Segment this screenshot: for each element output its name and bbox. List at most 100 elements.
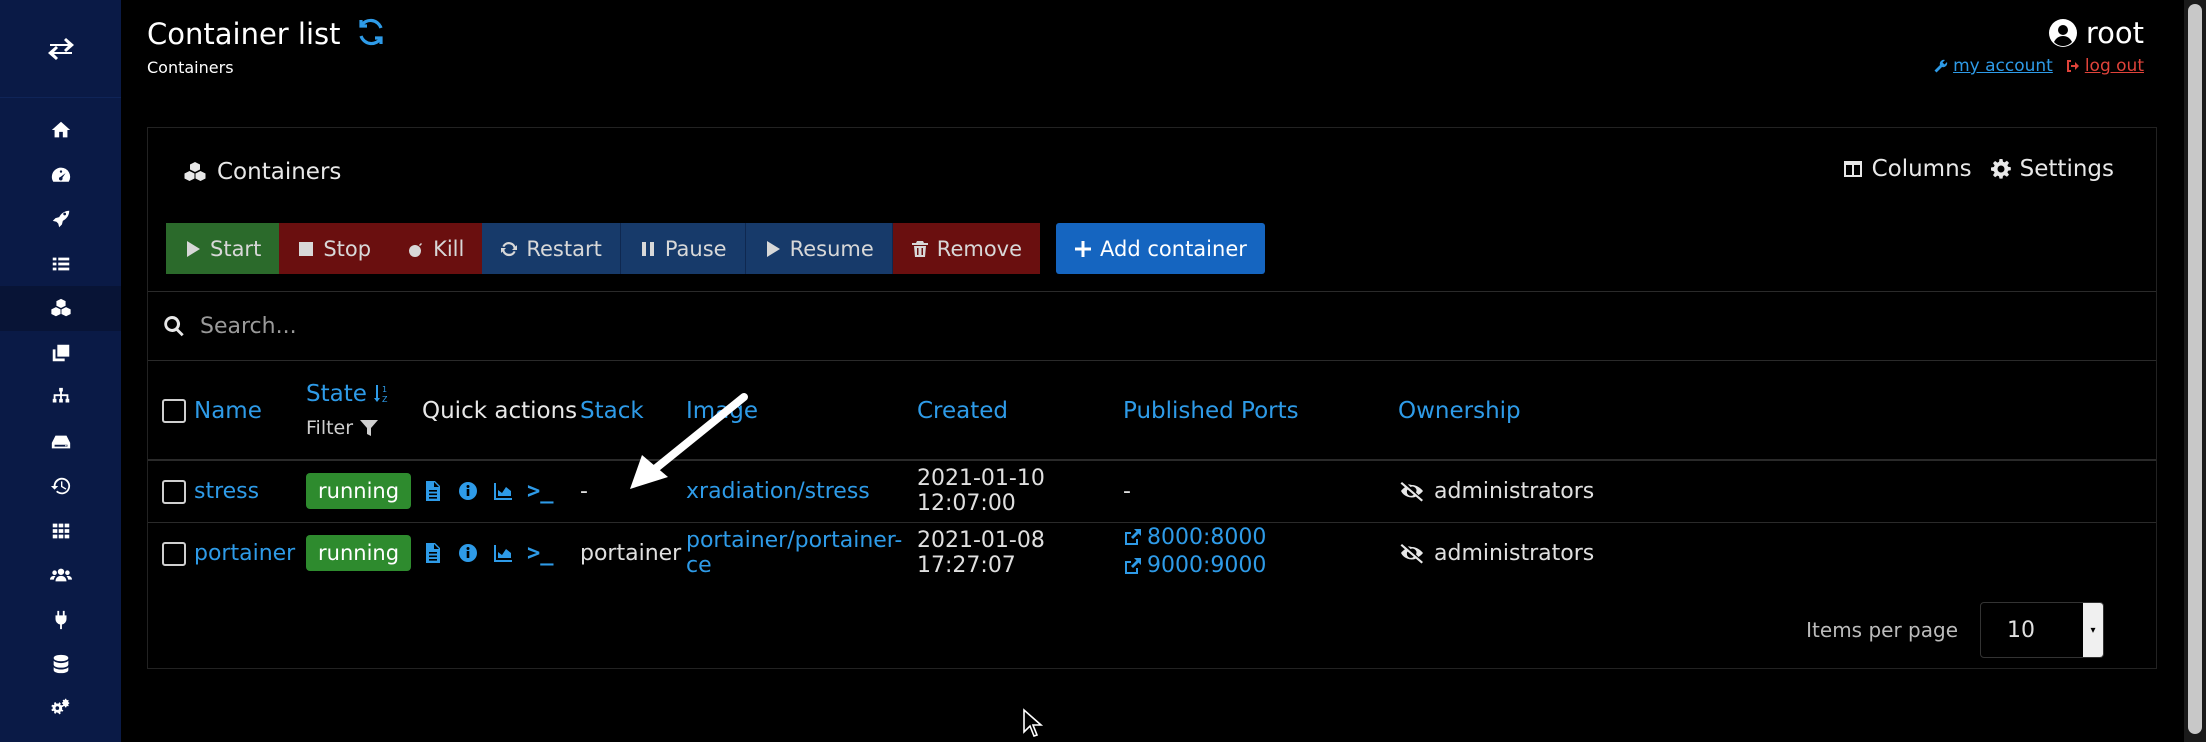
pause-button[interactable]: Pause [620, 223, 746, 274]
sidebar-item-images[interactable] [0, 331, 121, 376]
gear-icon [1990, 159, 2011, 179]
sidebar [0, 0, 121, 742]
plus-icon [1075, 240, 1092, 257]
items-per-page-select[interactable]: 10 ▾ [1980, 602, 2104, 658]
scrollbar-thumb[interactable] [2188, 4, 2202, 734]
container-name-link[interactable]: stress [194, 479, 259, 504]
logout-label: log out [2084, 56, 2144, 76]
select-all-checkbox[interactable] [162, 399, 186, 423]
sidebar-item-settings[interactable] [0, 687, 121, 732]
rocket-icon [52, 211, 69, 228]
trash-icon [911, 240, 928, 257]
eye-slash-icon [1400, 544, 1423, 564]
area-chart-icon[interactable] [492, 542, 514, 564]
image-link[interactable]: portainer/portainer-ce [686, 528, 902, 578]
sidebar-item-dashboard[interactable] [0, 153, 121, 198]
created-cell: 2021-01-08 17:27:07 [917, 528, 1045, 579]
state-sort-label[interactable]: State [306, 377, 367, 411]
username: root [2085, 16, 2144, 50]
container-name-link[interactable]: portainer [194, 541, 295, 566]
file-text-icon[interactable] [422, 542, 444, 564]
table-row: stress running >_ - xradiation/stress 20… [148, 460, 2156, 522]
column-header-state: State 1Z Filter [306, 362, 422, 460]
sidebar-item-host[interactable] [0, 509, 121, 554]
external-link-icon [1125, 529, 1141, 546]
console-icon[interactable]: >_ [527, 541, 554, 566]
info-circle-icon[interactable] [457, 480, 479, 502]
column-header-ownership[interactable]: Ownership [1398, 362, 2156, 460]
home-icon [51, 122, 70, 138]
sort-icon[interactable]: 1Z [373, 383, 391, 405]
cubes-icon [184, 162, 206, 181]
remove-button[interactable]: Remove [892, 223, 1041, 274]
panel-title: Containers [183, 159, 341, 185]
file-text-icon[interactable] [422, 480, 444, 502]
ports-cell: - [1123, 478, 1131, 504]
user-circle-icon [2048, 19, 2077, 47]
panel-title-text: Containers [217, 159, 342, 185]
items-per-page-value: 10 [2007, 617, 2035, 643]
pause-icon [641, 241, 654, 256]
sidebar-item-containers[interactable] [0, 286, 121, 331]
sitemap-icon [52, 388, 69, 403]
start-button[interactable]: Start [166, 223, 280, 274]
sidebar-item-home[interactable] [0, 108, 121, 153]
row-checkbox[interactable] [162, 541, 186, 566]
port-link[interactable]: 8000:8000 [1123, 525, 1266, 550]
column-header-name[interactable]: Name [194, 362, 306, 460]
settings-button[interactable]: Settings [1990, 156, 2114, 182]
state-filter[interactable]: Filter [306, 411, 422, 445]
table-row: portainer running >_ portainer portainer… [148, 522, 2156, 584]
page-scrollbar[interactable] [2184, 0, 2206, 742]
cubes-icon [50, 299, 71, 317]
stop-icon [299, 241, 314, 256]
area-chart-icon[interactable] [492, 480, 514, 502]
stop-label: Stop [323, 236, 372, 261]
sidebar-toggle[interactable] [0, 0, 121, 98]
database-icon [53, 655, 68, 674]
add-container-button[interactable]: Add container [1056, 223, 1265, 274]
kill-label: Kill [433, 236, 465, 261]
columns-button[interactable]: Columns [1842, 156, 1972, 182]
chevron-down-icon: ▾ [2083, 603, 2103, 657]
sidebar-item-users[interactable] [0, 553, 121, 598]
sign-out-icon [2066, 60, 2079, 72]
play-icon [766, 240, 780, 257]
column-header-ports[interactable]: Published Ports [1123, 362, 1398, 460]
settings-label: Settings [2019, 156, 2114, 182]
columns-icon [1843, 161, 1862, 177]
sidebar-item-app-templates[interactable] [0, 197, 121, 242]
my-account-link[interactable]: my account [1933, 56, 2053, 76]
quick-actions: >_ [422, 479, 580, 504]
search-input[interactable] [200, 313, 1100, 339]
exchange-icon [47, 37, 74, 60]
sidebar-item-registries[interactable] [0, 642, 121, 687]
row-checkbox[interactable] [162, 479, 186, 504]
sidebar-item-networks[interactable] [0, 375, 121, 420]
users-icon [49, 568, 72, 582]
sidebar-item-endpoints[interactable] [0, 598, 121, 643]
kill-button[interactable]: Kill [389, 223, 483, 274]
plug-icon [55, 610, 66, 629]
logout-link[interactable]: log out [2065, 56, 2144, 76]
stop-button[interactable]: Stop [279, 223, 390, 274]
ownership-label: administrators [1434, 540, 1595, 566]
filter-icon [360, 419, 379, 436]
columns-label: Columns [1871, 156, 1972, 182]
sidebar-item-events[interactable] [0, 464, 121, 509]
column-header-created[interactable]: Created [917, 362, 1123, 460]
console-icon[interactable]: >_ [527, 479, 554, 504]
restart-label: Restart [526, 236, 602, 261]
containers-panel: Containers Columns Settings Start Stop K… [147, 127, 2157, 669]
sidebar-item-stacks[interactable] [0, 242, 121, 287]
refresh-button[interactable] [355, 16, 387, 52]
info-circle-icon[interactable] [457, 542, 479, 564]
remove-label: Remove [936, 236, 1023, 261]
restart-button[interactable]: Restart [482, 223, 621, 274]
sidebar-item-volumes[interactable] [0, 420, 121, 465]
bomb-icon [409, 242, 423, 257]
created-cell: 2021-01-10 12:07:00 [917, 466, 1045, 517]
resume-button[interactable]: Resume [745, 223, 893, 274]
port-link[interactable]: 9000:9000 [1123, 553, 1266, 578]
svg-text:Z: Z [382, 395, 388, 404]
